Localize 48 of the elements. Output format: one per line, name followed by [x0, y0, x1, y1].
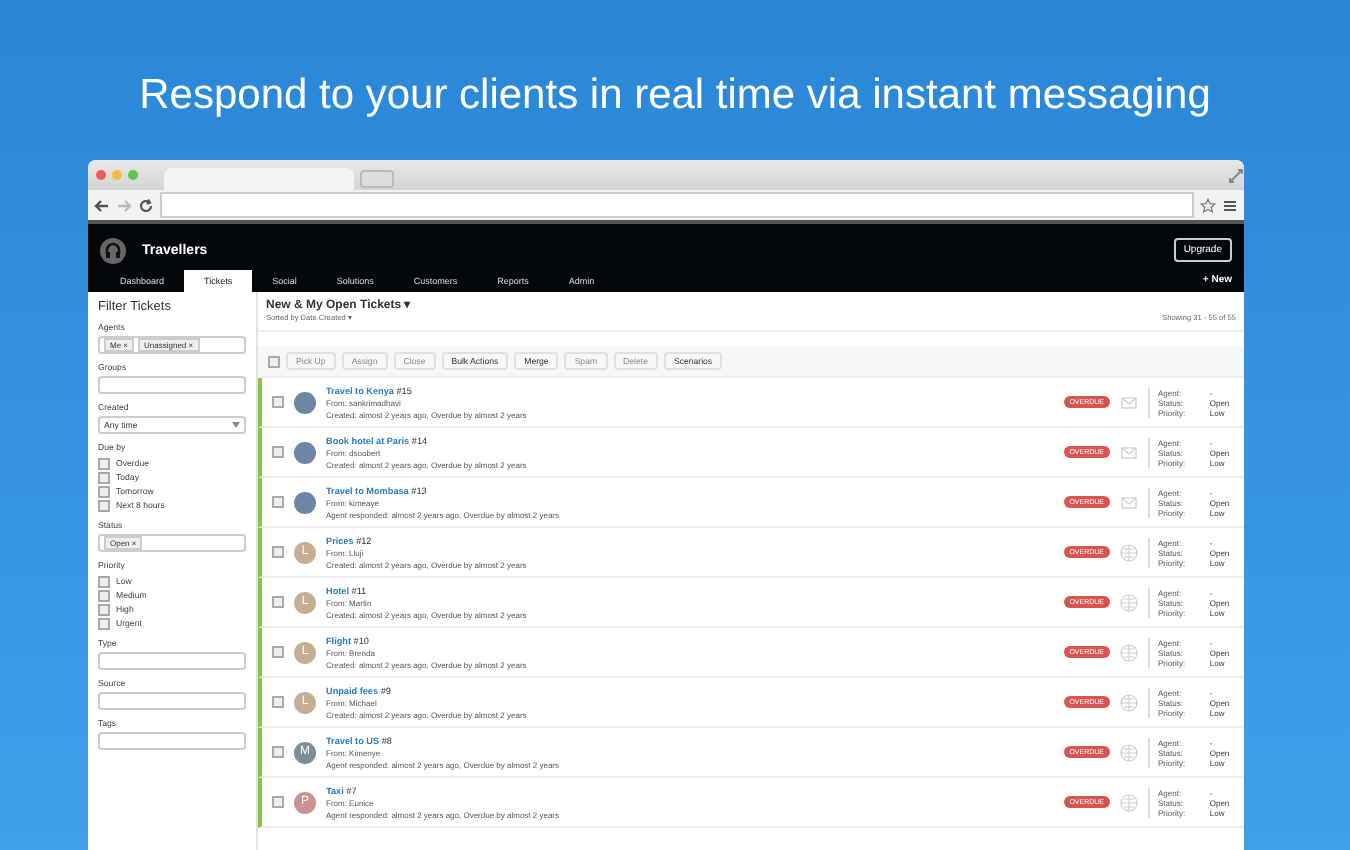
back-arrow-icon[interactable]	[94, 197, 110, 213]
checkbox[interactable]	[98, 575, 110, 587]
checkbox[interactable]	[98, 485, 110, 497]
checkbox[interactable]	[98, 617, 110, 629]
checkbox[interactable]	[272, 396, 284, 408]
checkbox[interactable]	[98, 471, 110, 483]
input-field[interactable]	[98, 376, 246, 394]
avatar-placeholder	[294, 391, 316, 413]
checkbox[interactable]	[272, 546, 284, 558]
checkbox[interactable]	[272, 746, 284, 758]
star-icon[interactable]	[1200, 197, 1216, 213]
reload-icon[interactable]	[138, 197, 154, 213]
headline: Respond to your clients in real time via instant messaging	[139, 72, 1211, 120]
avatar-placeholder	[294, 491, 316, 513]
close-icon[interactable]	[96, 170, 106, 180]
select-all-checkbox[interactable]	[268, 355, 280, 367]
maximize-icon[interactable]	[128, 170, 138, 180]
globe-icon	[1120, 693, 1138, 711]
caret-icon	[232, 422, 240, 428]
checkbox[interactable]	[272, 646, 284, 658]
checkbox[interactable]	[272, 446, 284, 458]
globe-icon	[1120, 793, 1138, 811]
avatar-placeholder	[294, 441, 316, 463]
checkbox[interactable]	[98, 499, 110, 511]
expand-icon[interactable]	[1228, 167, 1244, 183]
checkbox[interactable]	[98, 457, 110, 469]
envelope-icon	[1120, 393, 1138, 411]
input-field[interactable]	[98, 652, 246, 670]
input-field[interactable]	[98, 692, 246, 710]
browser-tab[interactable]	[164, 168, 354, 190]
checkbox[interactable]	[98, 603, 110, 615]
checkbox[interactable]	[272, 496, 284, 508]
globe-icon	[1120, 543, 1138, 561]
envelope-icon	[1120, 443, 1138, 461]
forward-arrow-icon[interactable]	[116, 197, 132, 213]
globe-icon	[1120, 643, 1138, 661]
menu-icon[interactable]	[1222, 197, 1238, 213]
globe-icon	[1120, 593, 1138, 611]
globe-icon	[1120, 743, 1138, 761]
new-tab-button[interactable]	[360, 170, 394, 188]
checkbox[interactable]	[272, 696, 284, 708]
headset-logo-icon	[100, 237, 126, 263]
minimize-icon[interactable]	[112, 170, 122, 180]
checkbox[interactable]	[272, 596, 284, 608]
checkbox[interactable]	[98, 589, 110, 601]
input-field[interactable]	[98, 732, 246, 750]
envelope-icon	[1120, 493, 1138, 511]
checkbox[interactable]	[272, 796, 284, 808]
